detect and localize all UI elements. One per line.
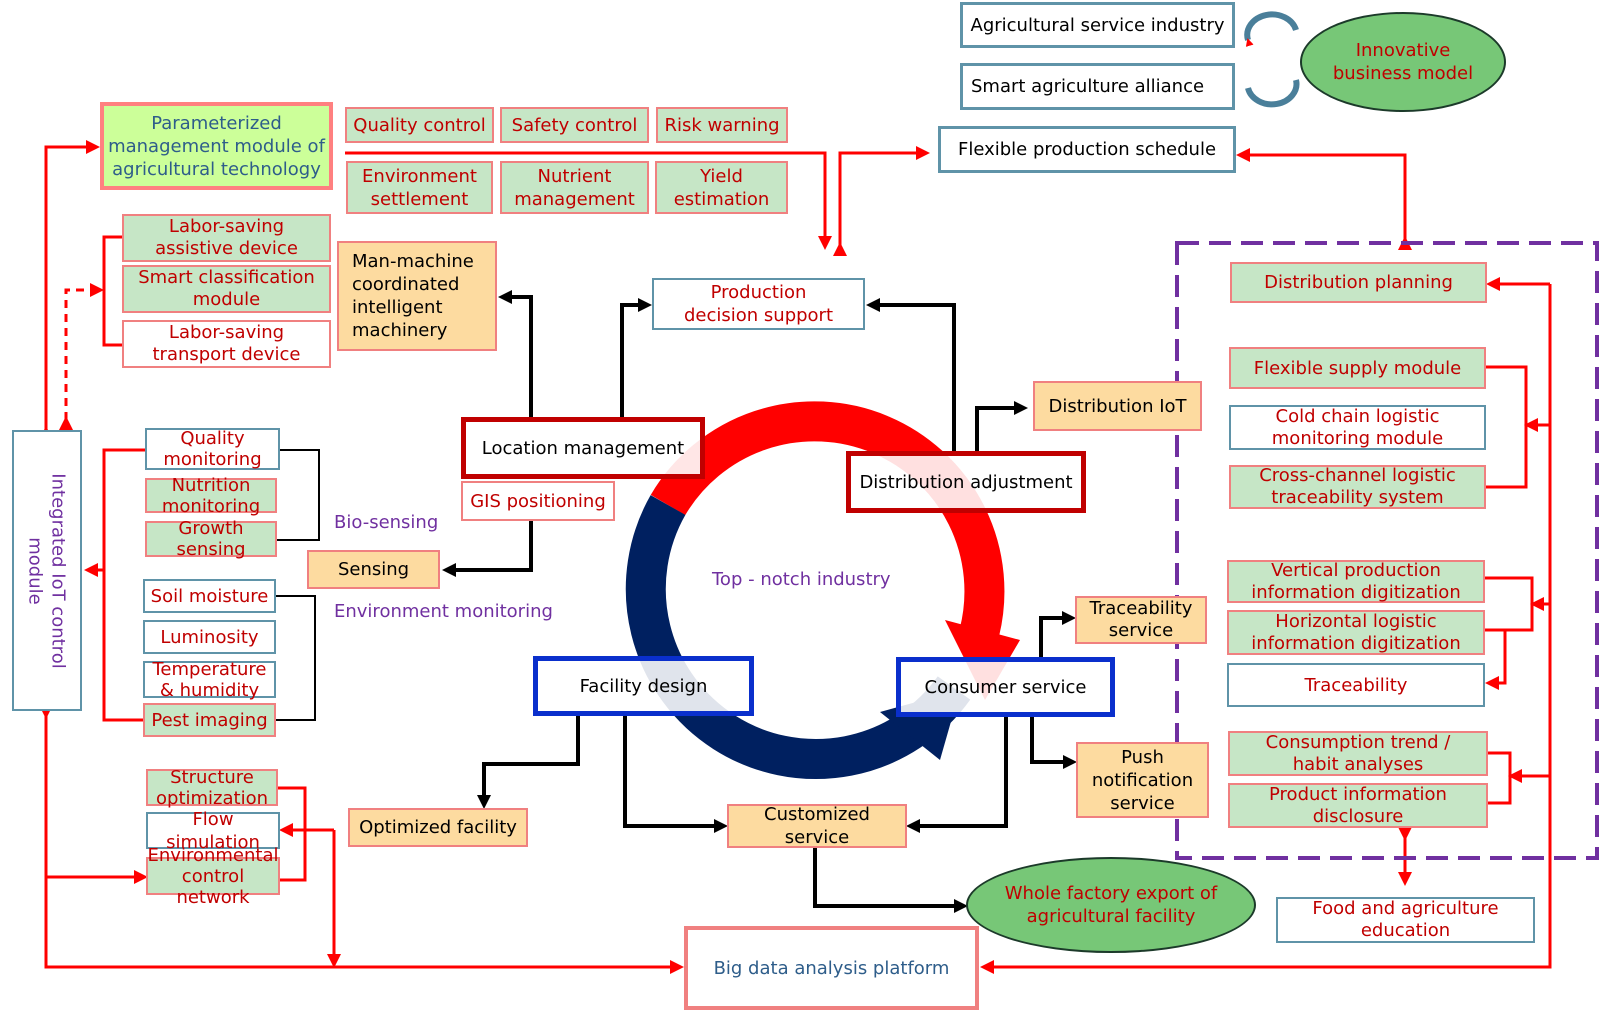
distribution-planning-box: Distribution planning — [1230, 262, 1487, 303]
pest-imaging-box: Pest imaging — [143, 703, 276, 737]
temperature-humidity-box: Temperature & humidity — [143, 659, 276, 701]
structure-optimization-box: Structure optimization — [146, 767, 278, 809]
risk-warning-box: Risk warning — [656, 107, 788, 143]
environment-monitoring-label: Environment monitoring — [334, 601, 553, 622]
cycle-icon-top — [1244, 11, 1299, 47]
sensing-box: Sensing — [307, 550, 440, 589]
nutrient-management-box: Nutrient management — [500, 161, 649, 214]
vertical-production-digitization-box: Vertical production information digitiza… — [1227, 560, 1485, 603]
agricultural-service-industry-box: Agricultural service industry — [960, 2, 1235, 48]
environment-settlement-box: Environment settlement — [346, 161, 493, 214]
distribution-iot-box: Distribution IoT — [1033, 381, 1202, 431]
luminosity-box: Luminosity — [143, 620, 276, 654]
big-data-analysis-platform-box: Big data analysis platform — [684, 926, 979, 1010]
quality-control-box: Quality control — [345, 107, 494, 143]
top-notch-industry-label: Top - notch industry — [712, 569, 891, 590]
push-notification-service-box: Push notification service — [1076, 742, 1209, 818]
product-information-disclosure-box: Product information disclosure — [1228, 783, 1488, 828]
production-decision-support-box: Production decision support — [652, 278, 865, 330]
customized-service-box: Customized service — [727, 804, 907, 848]
bio-sensing-label: Bio-sensing — [334, 512, 439, 533]
quality-monitoring-box: Quality monitoring — [145, 428, 280, 470]
flow-simulation-box: Flow simulation — [146, 809, 280, 853]
optimized-facility-box: Optimized facility — [348, 808, 528, 847]
cross-channel-logistic-box: Cross-channel logistic traceability syst… — [1229, 465, 1486, 509]
flexible-production-schedule-box: Flexible production schedule — [938, 126, 1236, 173]
consumer-service-box: Consumer service — [896, 657, 1115, 717]
traceability-box: Traceability — [1227, 663, 1485, 707]
innovative-business-model-ellipse: Innovative business model — [1300, 12, 1506, 112]
whole-factory-export-ellipse: Whole factory export of agricultural fac… — [966, 857, 1256, 953]
labor-saving-transport-device-box: Labor-saving transport device — [122, 320, 331, 368]
traceability-service-box: Traceability service — [1075, 596, 1207, 644]
facility-design-box: Facility design — [533, 656, 754, 716]
integrated-iot-control-module-label: Integrated IoT control module — [25, 472, 70, 669]
nutrition-monitoring-box: Nutrition monitoring — [145, 475, 277, 517]
growth-sensing-box: Growth sensing — [145, 518, 277, 560]
smart-agriculture-alliance-box: Smart agriculture alliance — [960, 63, 1235, 110]
horizontal-logistic-digitization-box: Horizontal logistic information digitiza… — [1227, 610, 1485, 655]
integrated-iot-control-module-box: Integrated IoT control module — [12, 430, 82, 711]
man-machine-machinery-box: Man-machine coordinated intelligent mach… — [337, 241, 497, 351]
gis-positioning-box: GIS positioning — [461, 481, 615, 521]
labor-saving-assistive-device-box: Labor-saving assistive device — [122, 214, 331, 262]
smart-classification-module-box: Smart classification module — [122, 265, 331, 313]
parameterized-management-module-box: Parameterized management module of agric… — [100, 102, 333, 190]
safety-control-box: Safety control — [500, 107, 649, 143]
environmental-control-network-box: Environmental control network — [146, 844, 280, 908]
yield-estimation-box: Yield estimation — [655, 161, 788, 214]
location-management-box: Location management — [461, 417, 705, 479]
food-agriculture-education-box: Food and agriculture education — [1276, 897, 1535, 943]
cold-chain-logistic-box: Cold chain logistic monitoring module — [1229, 405, 1486, 450]
diagram-canvas: Agricultural service industry Smart agri… — [0, 0, 1600, 1033]
flexible-supply-module-box: Flexible supply module — [1229, 347, 1486, 389]
distribution-adjustment-box: Distribution adjustment — [846, 451, 1086, 513]
cycle-icon-bottom — [1245, 79, 1300, 108]
soil-moisture-box: Soil moisture — [143, 579, 276, 613]
consumption-trend-box: Consumption trend / habit analyses — [1228, 731, 1488, 776]
